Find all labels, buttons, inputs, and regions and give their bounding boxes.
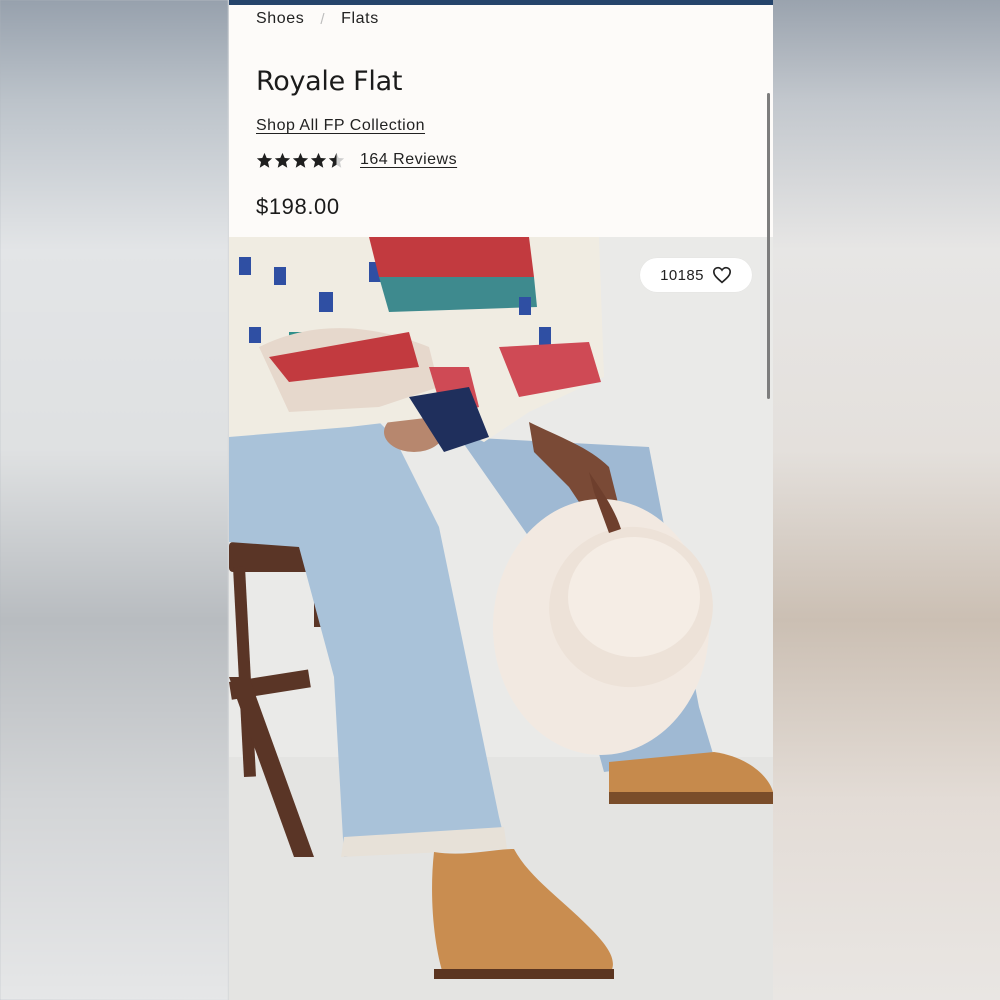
favorite-button[interactable]: 10185 (640, 258, 752, 292)
breadcrumb: Shoes / Flats (256, 10, 379, 28)
header-bar (229, 0, 773, 5)
product-photo (229, 237, 773, 1000)
heart-icon (712, 266, 731, 284)
star-rating (256, 152, 345, 169)
breadcrumb-separator: / (320, 10, 326, 28)
product-title: Royale Flat (256, 66, 403, 97)
breadcrumb-shoes[interactable]: Shoes (256, 10, 304, 28)
product-page: Shoes / Flats Royale Flat Shop All FP Co… (229, 0, 773, 1000)
star-icon (256, 152, 273, 168)
star-icon (274, 152, 291, 168)
reviews-link[interactable]: 164 Reviews (360, 151, 457, 169)
shop-collection-link[interactable]: Shop All FP Collection (256, 117, 425, 135)
product-rating[interactable]: 164 Reviews (256, 151, 457, 169)
star-icon (292, 152, 309, 168)
product-price: $198.00 (256, 194, 340, 219)
half-star-icon (328, 152, 345, 168)
blurred-background-right (773, 0, 1000, 1000)
scrollbar[interactable] (767, 93, 770, 399)
favorite-count: 10185 (660, 266, 704, 284)
blurred-background-left (0, 0, 228, 1000)
star-icon (310, 152, 327, 168)
product-image[interactable] (229, 237, 773, 1000)
breadcrumb-flats[interactable]: Flats (341, 10, 379, 28)
